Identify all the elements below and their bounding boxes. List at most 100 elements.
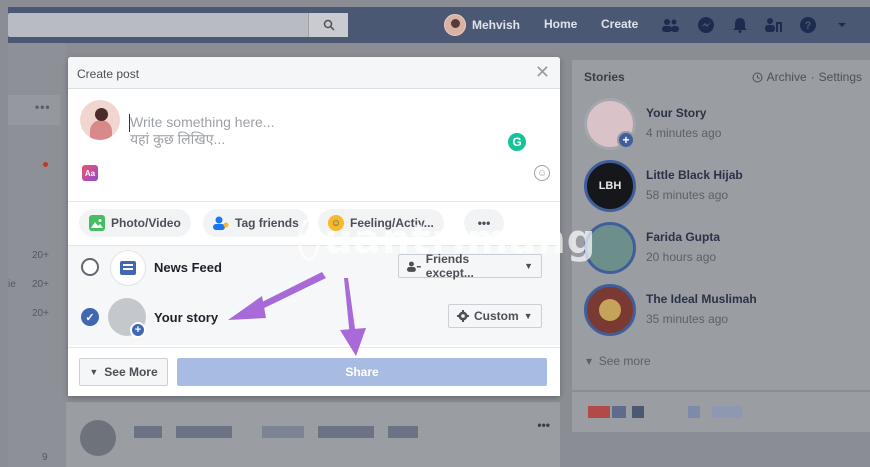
- help-question-icon[interactable]: ?: [798, 15, 818, 35]
- dialog-title: Create post: [77, 67, 140, 81]
- avatar: [80, 100, 120, 140]
- chevron-down-icon: ▾: [586, 354, 593, 368]
- avatar: [584, 284, 636, 336]
- create-link[interactable]: Create: [601, 17, 638, 31]
- story-item[interactable]: Farida Gupta 20 hours ago: [584, 222, 864, 274]
- post-text-input[interactable]: Write something here... यहां कुछ लिखिए..…: [130, 114, 274, 148]
- dialog-header: Create post ✕: [68, 57, 560, 89]
- blurred-image: [612, 406, 626, 418]
- avatar: [444, 14, 466, 36]
- blurred-image: [688, 406, 700, 418]
- checkmark-icon: ✓: [85, 311, 95, 324]
- stories-see-more[interactable]: ▾ See more: [586, 354, 651, 368]
- blurred-text: [318, 426, 374, 438]
- blurred-text: [388, 426, 418, 438]
- story-time: 20 hours ago: [646, 250, 717, 264]
- archive-link[interactable]: Archive: [767, 70, 807, 84]
- more-options-icon[interactable]: •••: [35, 100, 51, 114]
- your-story-label: Your story: [154, 310, 219, 325]
- count-badge: 9: [42, 452, 48, 463]
- avatar: [80, 420, 116, 456]
- news-feed-label: News Feed: [154, 260, 222, 275]
- add-story-plus-icon: +: [130, 322, 146, 338]
- news-feed-icon: [110, 250, 146, 286]
- news-feed-radio[interactable]: [81, 258, 99, 276]
- count-badge: 20+: [32, 308, 49, 319]
- text-background-icon[interactable]: Aa: [82, 165, 98, 181]
- messenger-icon[interactable]: [696, 15, 716, 35]
- custom-privacy-dropdown[interactable]: Custom ▼: [448, 304, 542, 328]
- settings-link[interactable]: Settings: [819, 70, 862, 84]
- stories-links: Archive · Settings: [752, 70, 862, 84]
- caret-down-icon: ▼: [89, 367, 99, 377]
- see-more-label: See More: [104, 365, 158, 379]
- story-item[interactable]: LBH Little Black Hijab 58 minutes ago: [584, 160, 864, 212]
- your-story-option[interactable]: ✓ + Your story Custom ▼: [68, 296, 560, 340]
- tag-friends-icon: [213, 215, 229, 231]
- gear-icon: [457, 310, 469, 322]
- emoji-icon[interactable]: ☺: [534, 165, 550, 181]
- search-button[interactable]: [308, 13, 348, 37]
- photo-video-button[interactable]: Photo/Video: [79, 209, 191, 237]
- blurred-image: [588, 406, 610, 418]
- user-name: Mehvish: [472, 18, 521, 32]
- top-nav-bar: Mehvish Home Create ?: [8, 7, 870, 43]
- see-more-button[interactable]: ▼ See More: [79, 358, 168, 386]
- account-menu-chevron-icon[interactable]: [832, 15, 852, 35]
- story-item[interactable]: + Your Story 4 minutes ago: [584, 98, 864, 150]
- story-name: Farida Gupta: [646, 230, 721, 244]
- story-time: 4 minutes ago: [646, 126, 722, 140]
- add-story-plus-icon: +: [617, 131, 635, 149]
- stories-see-more-label: See more: [598, 354, 651, 368]
- post-composer[interactable]: Write something here... यहां कुछ लिखिए..…: [68, 90, 560, 200]
- clock-icon: [752, 72, 763, 82]
- avatar: LBH: [584, 160, 636, 212]
- more-options-icon[interactable]: •••: [537, 418, 550, 432]
- dialog-footer: ▼ See More Share: [68, 347, 560, 396]
- tag-friends-label: Tag friends: [235, 216, 299, 230]
- emblem-icon: [599, 299, 621, 321]
- avatar: +: [584, 98, 636, 150]
- close-icon[interactable]: ✕: [535, 63, 550, 81]
- story-name: Your Story: [646, 106, 707, 120]
- stories-panel: Stories Archive · Settings + Your Story …: [572, 60, 870, 390]
- feed-post-card: •••: [66, 402, 560, 467]
- placeholder-hindi: यहां कुछ लिखिए...: [130, 131, 226, 147]
- tag-friends-button[interactable]: Tag friends: [203, 209, 309, 237]
- story-name: The Ideal Muslimah: [646, 292, 757, 306]
- dropdown-arrow-icon: ▼: [523, 311, 533, 321]
- grammarly-icon[interactable]: G: [508, 133, 526, 151]
- right-sidebar-card: [572, 392, 870, 432]
- story-time: 58 minutes ago: [646, 188, 729, 202]
- your-story-radio[interactable]: ✓: [81, 308, 99, 326]
- search-input[interactable]: [8, 13, 348, 37]
- watermark-logo: ✦ uantrimang: [298, 210, 595, 270]
- blurred-text: [176, 426, 232, 438]
- notifications-bell-icon[interactable]: [730, 15, 750, 35]
- avatar-label: LBH: [598, 180, 622, 192]
- partial-label: ie: [8, 279, 16, 290]
- placeholder-english: Write something here...: [130, 114, 275, 130]
- stories-heading: Stories: [584, 70, 625, 84]
- quick-help-icon[interactable]: [764, 15, 784, 35]
- profile-link[interactable]: Mehvish: [444, 13, 520, 37]
- friends-icon[interactable]: [660, 15, 680, 35]
- feed-header-strip: [8, 95, 60, 125]
- share-button[interactable]: Share: [177, 358, 547, 386]
- story-time: 35 minutes ago: [646, 312, 729, 326]
- search-icon: [323, 19, 335, 31]
- custom-label: Custom: [474, 309, 519, 323]
- watermark-text: uantrimang: [324, 217, 597, 263]
- notification-dot: [43, 162, 48, 167]
- photo-video-label: Photo/Video: [111, 216, 181, 230]
- photo-icon: [89, 215, 105, 231]
- story-name: Little Black Hijab: [646, 168, 743, 182]
- blurred-image: [712, 406, 742, 418]
- count-badge: 20+: [32, 250, 49, 261]
- blurred-image: [632, 406, 644, 418]
- blurred-text: [262, 426, 304, 438]
- home-link[interactable]: Home: [544, 17, 577, 31]
- story-item[interactable]: The Ideal Muslimah 35 minutes ago: [584, 284, 864, 336]
- bulb-icon: ✦: [298, 219, 321, 261]
- count-badge: 20+: [32, 279, 49, 290]
